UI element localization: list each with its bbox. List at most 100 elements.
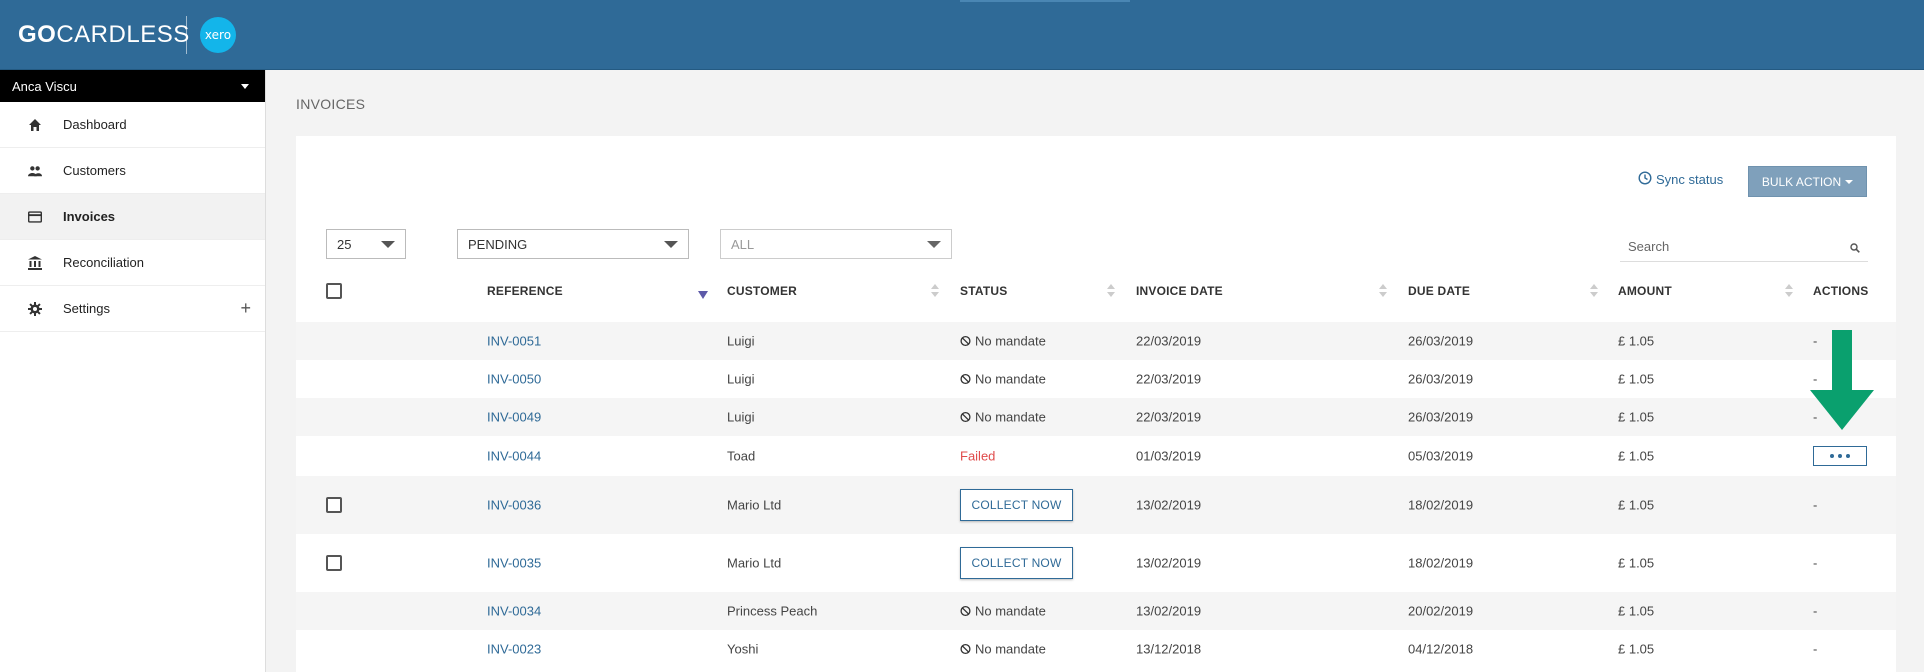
collect-now-button[interactable]: COLLECT NOW <box>960 489 1073 521</box>
card-icon <box>28 210 42 224</box>
due-date: 26/03/2019 <box>1408 409 1474 425</box>
status-text: No mandate <box>975 409 1046 425</box>
sidebar-item-invoices[interactable]: Invoices <box>0 194 265 240</box>
sidebar-item-reconciliation[interactable]: Reconciliation <box>0 240 265 286</box>
due-date: 18/02/2019 <box>1408 555 1474 571</box>
invoice-date: 22/03/2019 <box>1136 333 1202 349</box>
type-filter-value: ALL <box>731 236 755 252</box>
status-badge: No mandate <box>960 642 1046 657</box>
customer-name: Mario Ltd <box>727 497 782 513</box>
bank-icon <box>28 255 42 270</box>
amount: £ 1.05 <box>1618 448 1655 464</box>
invoice-reference-link[interactable]: INV-0034 <box>487 604 541 619</box>
invoice-reference-link[interactable]: INV-0049 <box>487 410 541 425</box>
dropdown-arrow-icon <box>381 241 395 248</box>
table-row: INV-0023 Yoshi No mandate 13/12/2018 04/… <box>296 630 1896 668</box>
column-header-reference[interactable]: REFERENCE <box>487 284 563 298</box>
dot-icon <box>1830 454 1834 458</box>
status-text: No mandate <box>975 641 1046 657</box>
expand-plus-icon[interactable]: + <box>240 299 251 317</box>
table-row: INV-0049 Luigi No mandate 22/03/2019 26/… <box>296 398 1896 436</box>
chevron-down-icon <box>1845 179 1854 184</box>
status-text: No mandate <box>975 333 1046 349</box>
column-header-due-date[interactable]: DUE DATE <box>1408 284 1470 298</box>
invoice-date: 22/03/2019 <box>1136 409 1202 425</box>
customer-name: Yoshi <box>727 641 759 657</box>
amount: £ 1.05 <box>1618 371 1655 387</box>
sidebar-item-label: Invoices <box>63 209 116 224</box>
dot-icon <box>1838 454 1842 458</box>
sort-icon[interactable] <box>931 284 939 300</box>
due-date: 26/03/2019 <box>1408 371 1474 387</box>
table-row: INV-0036 Mario Ltd COLLECT NOW 13/02/201… <box>296 476 1896 534</box>
sidebar-item-customers[interactable]: Customers <box>0 148 265 194</box>
no-mandate-icon <box>960 643 971 655</box>
brand-rest: CARDLESS <box>56 21 190 48</box>
sidebar-item-settings[interactable]: Settings + <box>0 286 265 332</box>
row-checkbox[interactable] <box>326 497 342 513</box>
invoice-reference-link[interactable]: INV-0035 <box>487 556 541 571</box>
due-date: 26/03/2019 <box>1408 333 1474 349</box>
column-header-customer[interactable]: CUSTOMER <box>727 284 797 298</box>
gocardless-logo[interactable]: GO CARDLESS <box>18 21 190 48</box>
row-checkbox[interactable] <box>326 555 342 571</box>
xero-logo-text: xero <box>204 28 232 42</box>
more-actions-button[interactable] <box>1813 446 1867 466</box>
sync-status-link[interactable]: Sync status <box>1638 171 1723 188</box>
page-size-select[interactable]: 25 <box>326 229 406 259</box>
collect-now-button[interactable]: COLLECT NOW <box>960 547 1073 579</box>
sidebar-item-label: Reconciliation <box>63 255 144 270</box>
sort-icon[interactable] <box>1379 284 1387 300</box>
type-filter-select[interactable]: ALL <box>720 229 952 259</box>
amount: £ 1.05 <box>1618 333 1655 349</box>
due-date: 18/02/2019 <box>1408 497 1474 513</box>
bulk-action-label: BULK ACTION <box>1761 174 1842 189</box>
invoice-date: 13/02/2019 <box>1136 497 1202 513</box>
table-row: INV-0051 Luigi No mandate 22/03/2019 26/… <box>296 322 1896 360</box>
column-header-amount[interactable]: AMOUNT <box>1618 284 1672 298</box>
table-row: INV-0035 Mario Ltd COLLECT NOW 13/02/201… <box>296 534 1896 592</box>
sort-icon[interactable] <box>1590 284 1598 300</box>
column-header-status[interactable]: STATUS <box>960 284 1007 298</box>
invoice-date: 22/03/2019 <box>1136 371 1202 387</box>
dropdown-arrow-icon <box>927 241 941 248</box>
brand-go: GO <box>18 21 57 48</box>
status-filter-value: PENDING <box>468 236 528 252</box>
select-all-checkbox[interactable] <box>326 283 342 299</box>
no-mandate-icon <box>960 605 971 617</box>
sidebar-item-label: Settings <box>63 301 110 316</box>
column-header-invoice-date[interactable]: INVOICE DATE <box>1136 284 1223 298</box>
sidebar-item-dashboard[interactable]: Dashboard <box>0 102 265 148</box>
status-text: No mandate <box>975 371 1046 387</box>
invoice-reference-link[interactable]: INV-0050 <box>487 372 541 387</box>
invoice-reference-link[interactable]: INV-0036 <box>487 498 541 513</box>
action-placeholder: - <box>1813 603 1818 619</box>
sync-status-label: Sync status <box>1656 172 1724 187</box>
invoice-reference-link[interactable]: INV-0051 <box>487 334 541 349</box>
action-placeholder: - <box>1813 555 1818 571</box>
sort-icon[interactable] <box>1107 284 1115 300</box>
invoice-date: 13/12/2018 <box>1136 641 1202 657</box>
xero-logo: xero <box>200 17 236 53</box>
search-placeholder: Search <box>1628 239 1670 254</box>
clock-icon <box>1638 171 1652 188</box>
search-input[interactable]: Search <box>1620 232 1868 262</box>
amount: £ 1.05 <box>1618 497 1655 513</box>
search-icon[interactable] <box>1850 241 1860 256</box>
status-filter-select[interactable]: PENDING <box>457 229 689 259</box>
invoice-date: 01/03/2019 <box>1136 448 1202 464</box>
status-badge: No mandate <box>960 334 1046 349</box>
invoice-reference-link[interactable]: INV-0023 <box>487 642 541 657</box>
invoice-reference-link[interactable]: INV-0044 <box>487 449 541 464</box>
dot-icon <box>1846 454 1850 458</box>
amount: £ 1.05 <box>1618 409 1655 425</box>
customer-name: Princess Peach <box>727 603 818 619</box>
gear-icon <box>28 301 42 316</box>
sort-icon[interactable] <box>1785 284 1793 300</box>
amount: £ 1.05 <box>1618 603 1655 619</box>
collect-now-label: COLLECT NOW <box>971 556 1062 570</box>
bulk-action-button[interactable]: BULK ACTION <box>1748 166 1867 197</box>
user-menu[interactable]: Anca Viscu <box>0 70 265 102</box>
sort-desc-icon[interactable] <box>698 291 708 299</box>
column-header-actions: ACTIONS <box>1813 284 1869 298</box>
